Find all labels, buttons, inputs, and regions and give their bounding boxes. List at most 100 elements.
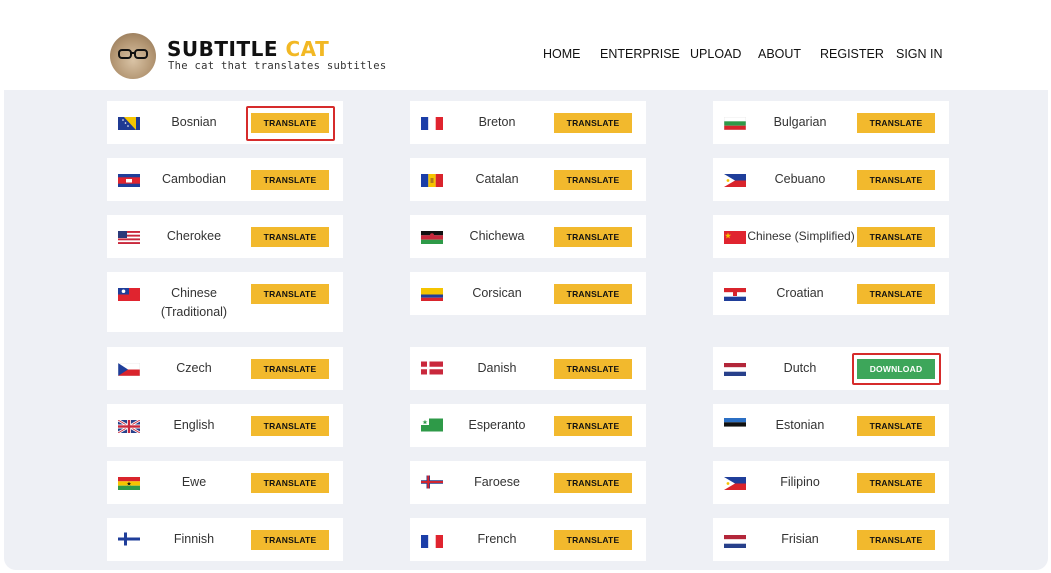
translate-button[interactable]: TRANSLATE — [857, 416, 935, 436]
translate-button[interactable]: TRANSLATE — [554, 473, 632, 493]
translate-button[interactable]: TRANSLATE — [554, 530, 632, 550]
translate-button[interactable]: TRANSLATE — [251, 530, 329, 550]
language-card-ewe: Ewe TRANSLATE — [107, 461, 343, 504]
estonia-flag-icon — [724, 418, 746, 431]
translate-button[interactable]: TRANSLATE — [857, 170, 935, 190]
nav-upload[interactable]: UPLOAD — [690, 47, 741, 63]
language-card-bulgarian: Bulgarian TRANSLATE — [713, 101, 949, 144]
language-name: Bosnian — [171, 115, 217, 129]
language-card-breton: Breton TRANSLATE — [410, 101, 646, 144]
esperanto-flag-icon — [421, 418, 443, 432]
czech-flag-icon — [118, 363, 140, 376]
uk-flag-icon — [118, 420, 140, 433]
language-name: Chinese (Simplified) — [747, 229, 855, 243]
china-flag-icon — [724, 231, 746, 244]
language-card-finnish: Finnish TRANSLATE — [107, 518, 343, 561]
translate-button[interactable]: TRANSLATE — [251, 227, 329, 247]
language-name: Cebuano — [774, 172, 826, 186]
language-name: Breton — [478, 115, 516, 129]
language-name: Corsican — [472, 286, 522, 300]
language-card-frisian: Frisian TRANSLATE — [713, 518, 949, 561]
translate-button[interactable]: TRANSLATE — [251, 416, 329, 436]
france-flag-icon — [421, 535, 443, 548]
translate-button[interactable]: TRANSLATE — [554, 227, 632, 247]
language-name: Cherokee — [166, 229, 222, 243]
finland-flag-icon — [118, 532, 140, 546]
andorra-flag-icon — [421, 174, 443, 187]
language-name: Filipino — [780, 475, 820, 489]
france-flag-icon — [421, 117, 443, 130]
usa-flag-icon — [118, 231, 140, 244]
language-card-danish: Danish TRANSLATE — [410, 347, 646, 390]
translate-button[interactable]: TRANSLATE — [857, 284, 935, 304]
language-card-french: French TRANSLATE — [410, 518, 646, 561]
translate-button[interactable]: TRANSLATE — [251, 170, 329, 190]
language-name: French — [477, 532, 517, 546]
ghana-flag-icon — [118, 477, 140, 490]
language-card-chinese-simplified: Chinese (Simplified) TRANSLATE — [713, 215, 949, 258]
language-card-czech: Czech TRANSLATE — [107, 347, 343, 390]
croatia-flag-icon — [724, 288, 746, 301]
philippines-flag-icon — [724, 174, 746, 187]
language-card-esperanto: Esperanto TRANSLATE — [410, 404, 646, 447]
language-card-cambodian: Cambodian TRANSLATE — [107, 158, 343, 201]
language-card-chichewa: Chichewa TRANSLATE — [410, 215, 646, 258]
language-card-filipino: Filipino TRANSLATE — [713, 461, 949, 504]
brand-title[interactable]: SUBTITLE CAT — [167, 38, 329, 60]
language-name: Faroese — [474, 475, 520, 489]
bosnia-flag-icon — [118, 117, 140, 130]
language-card-croatian: Croatian TRANSLATE — [713, 272, 949, 315]
language-name: Danish — [477, 361, 517, 375]
translate-button[interactable]: TRANSLATE — [857, 473, 935, 493]
language-name: Chichewa — [469, 229, 525, 243]
language-name: Ewe — [181, 475, 207, 489]
language-name: Esperanto — [468, 418, 526, 432]
language-name: Croatian — [776, 286, 824, 300]
brand-title-main: SUBTITLE — [167, 37, 279, 61]
bulgaria-flag-icon — [724, 117, 746, 130]
translate-button[interactable]: TRANSLATE — [857, 530, 935, 550]
language-card-catalan: Catalan TRANSLATE — [410, 158, 646, 201]
language-name: Estonian — [775, 418, 825, 432]
language-name: Dutch — [783, 361, 817, 375]
language-name: English — [173, 418, 215, 432]
translate-button[interactable]: TRANSLATE — [857, 227, 935, 247]
language-name-line2: (Traditional) — [160, 305, 228, 319]
cat-logo-icon[interactable] — [110, 33, 156, 79]
site-header: SUBTITLE CAT The cat that translates sub… — [0, 0, 1051, 90]
language-card-cherokee: Cherokee TRANSLATE — [107, 215, 343, 258]
cambodia-flag-icon — [118, 174, 140, 187]
taiwan-flag-icon — [118, 288, 140, 301]
malawi-flag-icon — [421, 231, 443, 244]
language-name: Catalan — [475, 172, 519, 186]
nav-sign-in[interactable]: SIGN IN — [896, 47, 943, 63]
nav-register[interactable]: REGISTER — [820, 47, 884, 63]
translate-button[interactable]: TRANSLATE — [251, 359, 329, 379]
translate-button[interactable]: TRANSLATE — [251, 284, 329, 304]
language-name: Finnish — [173, 532, 215, 546]
language-card-english: English TRANSLATE — [107, 404, 343, 447]
brand-title-accent: CAT — [285, 37, 330, 61]
language-card-cebuano: Cebuano TRANSLATE — [713, 158, 949, 201]
translate-button[interactable]: TRANSLATE — [554, 170, 632, 190]
nav-home[interactable]: HOME — [543, 47, 581, 63]
language-card-faroese: Faroese TRANSLATE — [410, 461, 646, 504]
download-highlight-box — [852, 353, 941, 385]
translate-button[interactable]: TRANSLATE — [554, 416, 632, 436]
denmark-flag-icon — [421, 361, 443, 375]
language-card-chinese-traditional: Chinese (Traditional) TRANSLATE — [107, 272, 343, 332]
nav-about[interactable]: ABOUT — [758, 47, 801, 63]
language-name: Bulgarian — [773, 115, 827, 129]
language-name: Czech — [176, 361, 212, 375]
translate-button[interactable]: TRANSLATE — [554, 284, 632, 304]
translate-button[interactable]: TRANSLATE — [554, 359, 632, 379]
language-name: Chinese — [171, 286, 217, 300]
translate-highlight-box — [246, 106, 335, 141]
nav-enterprise[interactable]: ENTERPRISE — [600, 47, 680, 63]
language-card-corsican: Corsican TRANSLATE — [410, 272, 646, 315]
translate-button[interactable]: TRANSLATE — [554, 113, 632, 133]
brand-tagline: The cat that translates subtitles — [168, 60, 387, 72]
translate-button[interactable]: TRANSLATE — [251, 473, 329, 493]
philippines-flag-icon — [724, 477, 746, 490]
translate-button[interactable]: TRANSLATE — [857, 113, 935, 133]
